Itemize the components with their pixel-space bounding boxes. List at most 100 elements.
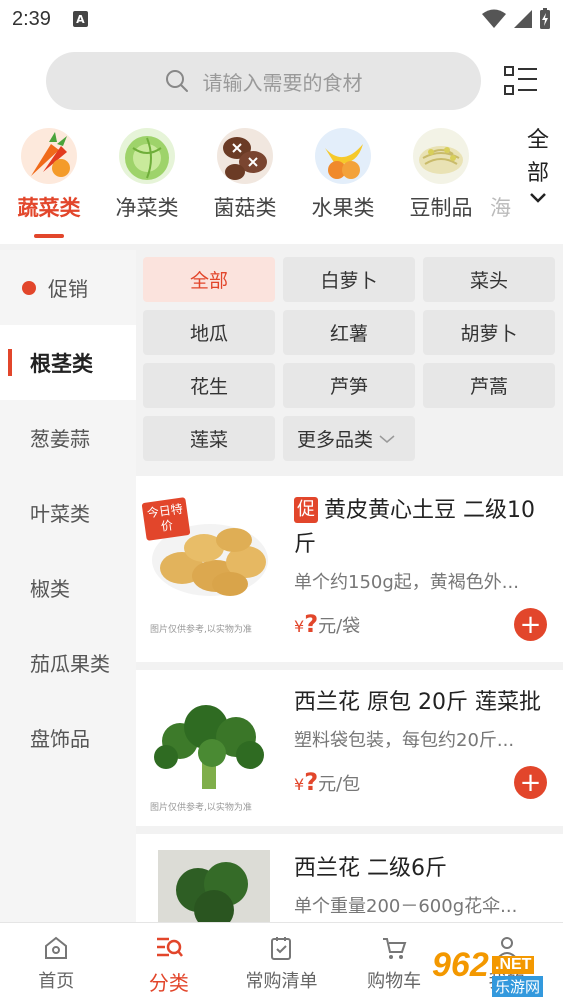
sidebar-item-label: 椒类 — [30, 577, 70, 601]
category-vegetables[interactable]: 蔬菜类 — [0, 124, 98, 222]
status-time: 2:39 — [12, 7, 51, 30]
price-unit: 元/包 — [318, 774, 361, 795]
product-desc: 单个重量200－600g花伞... — [294, 896, 518, 917]
product-title: 西兰花 二级6斤 — [294, 856, 447, 881]
hot-fire-icon — [22, 280, 36, 295]
add-to-cart-button[interactable]: + — [514, 766, 547, 799]
product-card[interactable]: 西兰花 二级6斤 单个重量200－600g花伞... — [136, 834, 563, 922]
subcategory-chip[interactable]: 地瓜 — [143, 310, 275, 355]
nav-category[interactable]: 分类 — [113, 923, 226, 1002]
subcategory-chip[interactable]: 白萝卜 — [283, 257, 415, 302]
plus-icon: + — [519, 767, 542, 798]
sidebar-item-promo[interactable]: 促销 — [0, 250, 136, 325]
product-title: 西兰花 原包 20斤 莲菜批 — [294, 690, 541, 715]
main-content: 全部 白萝卜 菜头 地瓜 红薯 胡萝卜 花生 芦笋 芦蒿 莲菜 更多品类 今日特… — [136, 250, 563, 922]
product-desc: 塑料袋包装，每包约20斤... — [294, 730, 515, 751]
notification-icon: A — [72, 11, 88, 27]
add-to-cart-button[interactable]: + — [514, 608, 547, 641]
sidebar-item-garnish[interactable]: 盘饰品 — [0, 700, 136, 775]
sidebar-item-leafy[interactable]: 叶菜类 — [0, 475, 136, 550]
nav-label: 分类 — [148, 971, 189, 995]
all-categories-button[interactable]: 全 部 — [516, 124, 560, 234]
subcategory-chip[interactable]: 菜头 — [423, 257, 555, 302]
currency-symbol: ¥ — [294, 775, 305, 794]
vegetables-icon — [21, 128, 77, 184]
mushroom-icon — [217, 128, 273, 184]
category-row: 蔬菜类 净菜类 菌菇类 水果类 豆制品 海 全 部 — [0, 124, 563, 244]
product-card[interactable]: 图片仅供参考,以实物为准 西兰花 原包 20斤 莲菜批 塑料袋包装，每包约20斤… — [136, 670, 563, 826]
promo-tag: 促 — [294, 497, 318, 523]
currency-symbol: ¥ — [294, 617, 305, 636]
subcategory-chip[interactable]: 红薯 — [283, 310, 415, 355]
price-value: ? — [304, 610, 319, 638]
search-input[interactable]: 请输入需要的食材 — [46, 52, 481, 110]
subcategory-grid: 全部 白萝卜 菜头 地瓜 红薯 胡萝卜 花生 芦笋 芦蒿 莲菜 更多品类 — [136, 250, 563, 461]
product-price: ¥?元/袋 — [294, 610, 360, 638]
all-label-line2: 部 — [526, 161, 549, 186]
more-subcategories-button[interactable]: 更多品类 — [283, 416, 415, 461]
category-label: 净菜类 — [115, 196, 179, 220]
cabbage-icon — [119, 128, 175, 184]
sidebar-item-label: 葱姜蒜 — [30, 427, 90, 451]
category-seafood-partial[interactable]: 海 — [490, 124, 516, 222]
category-cleaned[interactable]: 净菜类 — [98, 124, 196, 222]
product-list: 今日特价 图片仅供参考,以实物为准 促黄皮黄心土豆 二级10斤 单个约150g起… — [136, 476, 563, 922]
bean-sprout-icon — [413, 128, 469, 184]
product-price: ¥?元/包 — [294, 768, 360, 796]
product-title-text: 黄皮黄心土豆 二级10斤 — [294, 498, 535, 557]
category-label: 豆制品 — [409, 196, 473, 220]
battery-icon — [540, 8, 550, 29]
cart-icon — [383, 938, 407, 959]
category-mushroom[interactable]: 菌菇类 — [196, 124, 294, 222]
category-icon — [156, 937, 183, 957]
category-label: 蔬菜类 — [17, 196, 81, 220]
sidebar-item-label: 促销 — [48, 277, 88, 301]
subcategory-chip[interactable]: 花生 — [143, 363, 275, 408]
sidebar-item-peppers[interactable]: 椒类 — [0, 550, 136, 625]
sidebar-item-melons[interactable]: 茄瓜果类 — [0, 625, 136, 700]
watermark-suffix: .NET — [492, 956, 535, 974]
category-label: 菌菇类 — [213, 196, 277, 220]
product-desc: 单个约150g起，黄褐色外... — [294, 572, 519, 593]
product-card[interactable]: 今日特价 图片仅供参考,以实物为准 促黄皮黄心土豆 二级10斤 单个约150g起… — [136, 476, 563, 662]
watermark-brand: 962 — [432, 946, 489, 984]
watermark-logo: 962 .NET 乐游网 — [422, 946, 558, 998]
search-row: 请输入需要的食材 — [0, 50, 563, 112]
category-fruit[interactable]: 水果类 — [294, 124, 392, 222]
nav-label: 常购清单 — [245, 971, 318, 992]
sidebar-item-onion-ginger-garlic[interactable]: 葱姜蒜 — [0, 400, 136, 475]
more-label: 更多品类 — [297, 429, 374, 451]
category-active-indicator — [34, 234, 64, 238]
chevron-down-icon — [530, 193, 546, 203]
sidebar-item-label: 茄瓜果类 — [30, 652, 110, 676]
sidebar-item-label: 叶菜类 — [30, 502, 90, 526]
sidebar-item-label: 根茎类 — [30, 351, 93, 376]
product-title: 促黄皮黄心土豆 二级10斤 — [294, 494, 554, 562]
subcategory-chip[interactable]: 全部 — [143, 257, 275, 302]
category-bean-products[interactable]: 豆制品 — [392, 124, 490, 222]
image-caption: 图片仅供参考,以实物为准 — [150, 625, 252, 635]
wifi-icon — [482, 9, 506, 28]
sidebar-item-label: 盘饰品 — [30, 727, 90, 751]
sidebar-item-roots[interactable]: 根茎类 — [0, 325, 136, 400]
subcategory-chip[interactable]: 芦笋 — [283, 363, 415, 408]
broccoli-photo — [158, 850, 270, 922]
nav-frequent-list[interactable]: 常购清单 — [225, 923, 338, 1002]
category-label: 水果类 — [311, 196, 375, 220]
nav-label: 首页 — [38, 971, 75, 992]
nav-label: 购物车 — [367, 971, 422, 992]
category-label: 海 — [490, 196, 511, 220]
fruit-icon — [315, 128, 371, 184]
subcategory-chip[interactable]: 莲菜 — [143, 416, 275, 461]
plus-icon: + — [519, 609, 542, 640]
status-bar: 2:39 A — [0, 0, 563, 38]
nav-home[interactable]: 首页 — [0, 923, 113, 1002]
subcategory-chip[interactable]: 芦蒿 — [423, 363, 555, 408]
chevron-down-icon — [379, 434, 395, 443]
price-unit: 元/袋 — [318, 616, 361, 637]
all-label-line1: 全 — [526, 128, 549, 153]
subcategory-chip[interactable]: 胡萝卜 — [423, 310, 555, 355]
search-icon — [165, 70, 188, 92]
sidebar: 促销 根茎类 葱姜蒜 叶菜类 椒类 茄瓜果类 盘饰品 — [0, 250, 136, 922]
list-menu-icon[interactable] — [504, 66, 538, 96]
